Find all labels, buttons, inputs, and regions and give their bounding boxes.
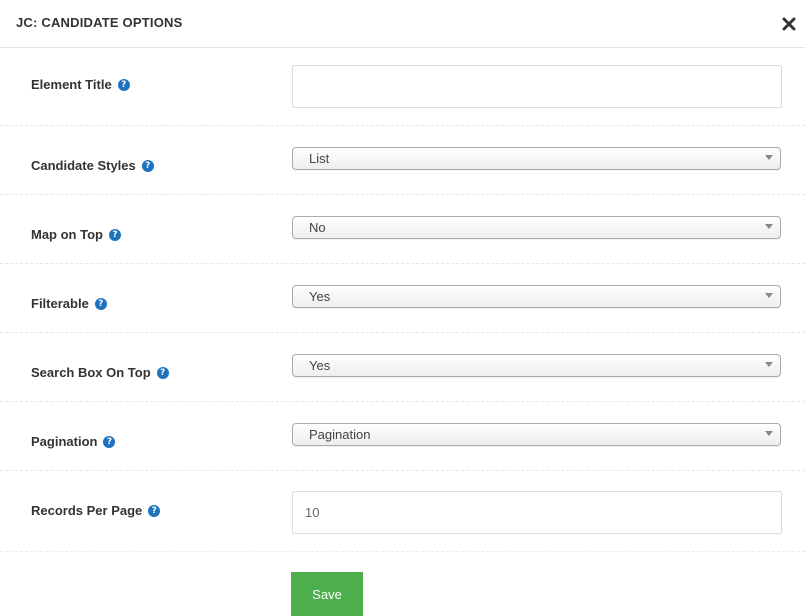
- help-icon[interactable]: ?: [103, 435, 116, 448]
- filterable-label: Filterable ?: [31, 296, 107, 311]
- candidate-styles-select[interactable]: List: [292, 147, 781, 170]
- records-per-page-label: Records Per Page ?: [31, 503, 161, 518]
- help-icon[interactable]: ?: [117, 78, 130, 91]
- candidate-styles-label: Candidate Styles ?: [31, 158, 154, 173]
- pagination-select[interactable]: Pagination: [292, 423, 781, 446]
- chevron-down-icon: [765, 431, 773, 436]
- chevron-down-icon: [765, 293, 773, 298]
- element-title-input[interactable]: [292, 65, 782, 108]
- map-on-top-label: Map on Top ?: [31, 227, 121, 242]
- chevron-down-icon: [765, 362, 773, 367]
- dialog-title: JC: CANDIDATE OPTIONS: [16, 15, 183, 30]
- element-title-row: Element Title ?: [0, 48, 805, 126]
- search-box-on-top-label: Search Box On Top ?: [31, 365, 169, 380]
- help-icon[interactable]: ?: [148, 504, 161, 517]
- map-on-top-select[interactable]: No: [292, 216, 781, 239]
- save-button[interactable]: Save: [291, 572, 363, 616]
- map-on-top-row: Map on Top ? No: [0, 195, 805, 264]
- help-icon[interactable]: ?: [94, 297, 107, 310]
- search-box-on-top-selected: Yes: [309, 358, 331, 373]
- dialog-header: JC: CANDIDATE OPTIONS: [0, 0, 805, 48]
- pagination-selected: Pagination: [309, 427, 371, 442]
- pagination-row: Pagination ? Pagination: [0, 402, 805, 471]
- help-icon[interactable]: ?: [108, 228, 121, 241]
- candidate-styles-row: Candidate Styles ? List: [0, 126, 805, 195]
- records-per-page-input[interactable]: [292, 491, 782, 534]
- filterable-selected: Yes: [309, 289, 331, 304]
- candidate-styles-selected: List: [309, 151, 330, 166]
- help-icon[interactable]: ?: [141, 159, 154, 172]
- pagination-label: Pagination ?: [31, 434, 116, 449]
- candidate-options-dialog: JC: CANDIDATE OPTIONS Element Title ? Ca…: [0, 0, 805, 616]
- chevron-down-icon: [765, 224, 773, 229]
- help-icon[interactable]: ?: [156, 366, 169, 379]
- element-title-label: Element Title ?: [31, 77, 130, 92]
- search-box-on-top-select[interactable]: Yes: [292, 354, 781, 377]
- search-box-on-top-row: Search Box On Top ? Yes: [0, 333, 805, 402]
- filterable-select[interactable]: Yes: [292, 285, 781, 308]
- chevron-down-icon: [765, 155, 773, 160]
- records-per-page-row: Records Per Page ?: [0, 471, 805, 552]
- close-icon[interactable]: [781, 16, 797, 32]
- filterable-row: Filterable ? Yes: [0, 264, 805, 333]
- map-on-top-selected: No: [309, 220, 326, 235]
